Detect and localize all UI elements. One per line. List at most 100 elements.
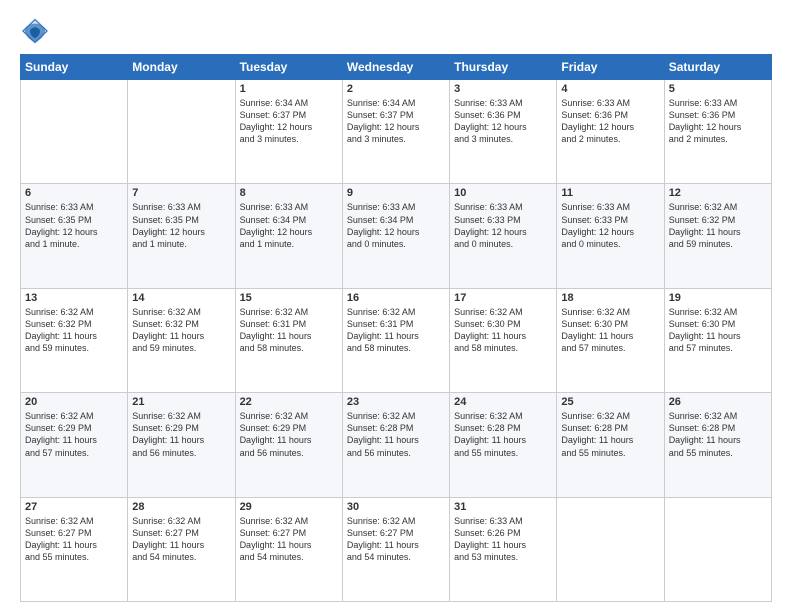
day-number: 15: [240, 292, 338, 304]
calendar-cell: 29 Sunrise: 6:32 AM Sunset: 6:27 PM Dayli…: [235, 497, 342, 601]
header: [20, 16, 772, 46]
calendar-cell: 9 Sunrise: 6:33 AM Sunset: 6:34 PM Daylig…: [342, 184, 449, 288]
col-header-saturday: Saturday: [664, 55, 771, 80]
day-number: 31: [454, 501, 552, 513]
calendar-cell: 7 Sunrise: 6:33 AM Sunset: 6:35 PM Daylig…: [128, 184, 235, 288]
day-number: 7: [132, 187, 230, 199]
calendar-header-row: SundayMondayTuesdayWednesdayThursdayFrid…: [21, 55, 772, 80]
calendar-cell: 22 Sunrise: 6:32 AM Sunset: 6:29 PM Dayli…: [235, 393, 342, 497]
day-number: 30: [347, 501, 445, 513]
day-number: 9: [347, 187, 445, 199]
day-number: 3: [454, 83, 552, 95]
calendar-cell: 15 Sunrise: 6:32 AM Sunset: 6:31 PM Dayli…: [235, 288, 342, 392]
day-info: Sunrise: 6:32 AM Sunset: 6:28 PM Dayligh…: [347, 410, 445, 459]
day-number: 16: [347, 292, 445, 304]
calendar-cell: 27 Sunrise: 6:32 AM Sunset: 6:27 PM Dayli…: [21, 497, 128, 601]
calendar-cell: 18Sunrise: 6:32 AM Sunset: 6:30 PM Dayli…: [557, 288, 664, 392]
logo-icon: [20, 16, 50, 46]
day-info: Sunrise: 6:32 AM Sunset: 6:27 PM Dayligh…: [347, 515, 445, 564]
day-info: Sunrise: 6:32 AM Sunset: 6:31 PM Dayligh…: [240, 306, 338, 355]
calendar-cell: 10Sunrise: 6:33 AM Sunset: 6:33 PM Dayli…: [450, 184, 557, 288]
col-header-tuesday: Tuesday: [235, 55, 342, 80]
day-number: 17: [454, 292, 552, 304]
calendar-cell: 26Sunrise: 6:32 AM Sunset: 6:28 PM Dayli…: [664, 393, 771, 497]
week-row-1: 1 Sunrise: 6:34 AM Sunset: 6:37 PM Daylig…: [21, 80, 772, 184]
day-number: 28: [132, 501, 230, 513]
calendar-cell: 24 Sunrise: 6:32 AM Sunset: 6:28 PM Dayli…: [450, 393, 557, 497]
week-row-4: 20 Sunrise: 6:32 AM Sunset: 6:29 PM Dayli…: [21, 393, 772, 497]
day-number: 1: [240, 83, 338, 95]
day-number: 21: [132, 396, 230, 408]
day-info: Sunrise: 6:32 AM Sunset: 6:30 PM Dayligh…: [454, 306, 552, 355]
day-number: 22: [240, 396, 338, 408]
calendar-cell: [128, 80, 235, 184]
day-info: Sunrise: 6:34 AM Sunset: 6:37 PM Dayligh…: [347, 97, 445, 146]
day-info: Sunrise: 6:33 AM Sunset: 6:36 PM Dayligh…: [669, 97, 767, 146]
day-number: 24: [454, 396, 552, 408]
calendar-cell: 23 Sunrise: 6:32 AM Sunset: 6:28 PM Dayli…: [342, 393, 449, 497]
day-info: Sunrise: 6:33 AM Sunset: 6:33 PM Dayligh…: [454, 201, 552, 250]
day-info: Sunrise: 6:33 AM Sunset: 6:34 PM Dayligh…: [347, 201, 445, 250]
calendar-cell: 14 Sunrise: 6:32 AM Sunset: 6:32 PM Dayli…: [128, 288, 235, 392]
day-number: 12: [669, 187, 767, 199]
day-info: Sunrise: 6:32 AM Sunset: 6:30 PM Dayligh…: [669, 306, 767, 355]
calendar-cell: [664, 497, 771, 601]
day-info: Sunrise: 6:32 AM Sunset: 6:28 PM Dayligh…: [561, 410, 659, 459]
day-number: 29: [240, 501, 338, 513]
week-row-3: 13Sunrise: 6:32 AM Sunset: 6:32 PM Dayli…: [21, 288, 772, 392]
day-number: 14: [132, 292, 230, 304]
week-row-2: 6Sunrise: 6:33 AM Sunset: 6:35 PM Daylig…: [21, 184, 772, 288]
calendar-cell: 20 Sunrise: 6:32 AM Sunset: 6:29 PM Dayli…: [21, 393, 128, 497]
logo: [20, 16, 54, 46]
day-info: Sunrise: 6:32 AM Sunset: 6:27 PM Dayligh…: [240, 515, 338, 564]
day-info: Sunrise: 6:33 AM Sunset: 6:26 PM Dayligh…: [454, 515, 552, 564]
calendar-cell: 31 Sunrise: 6:33 AM Sunset: 6:26 PM Dayli…: [450, 497, 557, 601]
day-info: Sunrise: 6:32 AM Sunset: 6:28 PM Dayligh…: [454, 410, 552, 459]
col-header-wednesday: Wednesday: [342, 55, 449, 80]
col-header-monday: Monday: [128, 55, 235, 80]
day-number: 4: [561, 83, 659, 95]
calendar-cell: 1 Sunrise: 6:34 AM Sunset: 6:37 PM Daylig…: [235, 80, 342, 184]
calendar-cell: 2 Sunrise: 6:34 AM Sunset: 6:37 PM Daylig…: [342, 80, 449, 184]
calendar-cell: 3Sunrise: 6:33 AM Sunset: 6:36 PM Daylig…: [450, 80, 557, 184]
page: SundayMondayTuesdayWednesdayThursdayFrid…: [0, 0, 792, 612]
calendar-cell: 19 Sunrise: 6:32 AM Sunset: 6:30 PM Dayli…: [664, 288, 771, 392]
calendar-cell: 11Sunrise: 6:33 AM Sunset: 6:33 PM Dayli…: [557, 184, 664, 288]
day-number: 19: [669, 292, 767, 304]
calendar-cell: 17 Sunrise: 6:32 AM Sunset: 6:30 PM Dayli…: [450, 288, 557, 392]
calendar-cell: 16Sunrise: 6:32 AM Sunset: 6:31 PM Dayli…: [342, 288, 449, 392]
day-number: 2: [347, 83, 445, 95]
calendar-cell: 28 Sunrise: 6:32 AM Sunset: 6:27 PM Dayli…: [128, 497, 235, 601]
calendar-cell: 25Sunrise: 6:32 AM Sunset: 6:28 PM Dayli…: [557, 393, 664, 497]
day-info: Sunrise: 6:32 AM Sunset: 6:27 PM Dayligh…: [25, 515, 123, 564]
calendar-cell: [557, 497, 664, 601]
calendar-cell: 13Sunrise: 6:32 AM Sunset: 6:32 PM Dayli…: [21, 288, 128, 392]
calendar-table: SundayMondayTuesdayWednesdayThursdayFrid…: [20, 54, 772, 602]
week-row-5: 27 Sunrise: 6:32 AM Sunset: 6:27 PM Dayli…: [21, 497, 772, 601]
day-info: Sunrise: 6:32 AM Sunset: 6:32 PM Dayligh…: [669, 201, 767, 250]
day-info: Sunrise: 6:33 AM Sunset: 6:35 PM Dayligh…: [132, 201, 230, 250]
day-info: Sunrise: 6:32 AM Sunset: 6:29 PM Dayligh…: [25, 410, 123, 459]
day-info: Sunrise: 6:32 AM Sunset: 6:32 PM Dayligh…: [132, 306, 230, 355]
day-number: 26: [669, 396, 767, 408]
day-number: 20: [25, 396, 123, 408]
calendar-cell: 4 Sunrise: 6:33 AM Sunset: 6:36 PM Daylig…: [557, 80, 664, 184]
day-info: Sunrise: 6:32 AM Sunset: 6:29 PM Dayligh…: [240, 410, 338, 459]
calendar-cell: 6Sunrise: 6:33 AM Sunset: 6:35 PM Daylig…: [21, 184, 128, 288]
calendar-cell: 30 Sunrise: 6:32 AM Sunset: 6:27 PM Dayli…: [342, 497, 449, 601]
calendar-cell: 21Sunrise: 6:32 AM Sunset: 6:29 PM Dayli…: [128, 393, 235, 497]
day-number: 5: [669, 83, 767, 95]
day-info: Sunrise: 6:32 AM Sunset: 6:27 PM Dayligh…: [132, 515, 230, 564]
calendar-cell: 8Sunrise: 6:33 AM Sunset: 6:34 PM Daylig…: [235, 184, 342, 288]
day-info: Sunrise: 6:34 AM Sunset: 6:37 PM Dayligh…: [240, 97, 338, 146]
calendar-cell: [21, 80, 128, 184]
day-number: 27: [25, 501, 123, 513]
day-number: 23: [347, 396, 445, 408]
day-info: Sunrise: 6:33 AM Sunset: 6:35 PM Dayligh…: [25, 201, 123, 250]
col-header-sunday: Sunday: [21, 55, 128, 80]
day-info: Sunrise: 6:32 AM Sunset: 6:32 PM Dayligh…: [25, 306, 123, 355]
day-info: Sunrise: 6:32 AM Sunset: 6:30 PM Dayligh…: [561, 306, 659, 355]
col-header-thursday: Thursday: [450, 55, 557, 80]
day-info: Sunrise: 6:33 AM Sunset: 6:36 PM Dayligh…: [561, 97, 659, 146]
day-info: Sunrise: 6:33 AM Sunset: 6:34 PM Dayligh…: [240, 201, 338, 250]
